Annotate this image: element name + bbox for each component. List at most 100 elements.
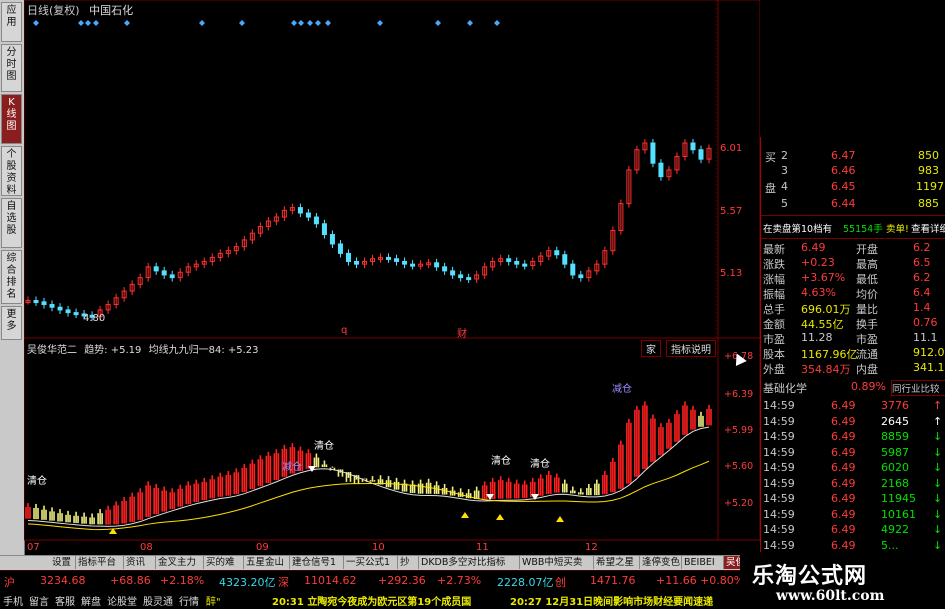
stat-value: +0.23 [801,256,835,269]
indicator-tab[interactable]: 设置 [50,556,76,569]
order-level: 4 [781,180,788,193]
indicator-explain-button[interactable]: 指标说明 [666,340,716,357]
indicator-tab[interactable]: 逢停变色 [640,556,682,569]
candle-body [305,212,311,218]
stat-row: 股本 1167.96亿流通 912.02 [761,346,945,361]
mark-cai: 财 [457,329,467,340]
nav-tab[interactable]: K线图 [1,94,22,144]
tick-volume: 2645 [881,414,909,428]
sh-change: +68.86 [110,574,151,587]
status-link[interactable]: 解盘 [81,597,101,608]
sell-info-line[interactable]: 在卖盘第10档有 55154手 卖单! 查看详细 [761,221,945,236]
order-row: 3 6.46 983 [761,164,945,179]
candle-body [554,250,560,256]
stat-key: 最新 [763,243,785,256]
xaxis-label: 07 [27,542,40,553]
stat-key: 金额 [763,318,785,331]
candle-body [41,301,47,306]
nav-tab[interactable]: 分时图 [1,44,22,92]
indicator-tab[interactable]: 五星金山 [244,556,290,569]
indicator-tab[interactable]: 指标平台 [76,556,124,569]
indicator-tab[interactable]: 希望之星 [594,556,640,569]
stat-value: 354.84万 [801,363,851,376]
tick-volume: 5987 [881,445,909,459]
status-link[interactable]: 手机 [3,597,23,608]
nav-tab[interactable]: 个股资料 [1,146,22,196]
stat-key: 最高 [856,258,878,271]
xaxis-label: 11 [476,542,489,553]
indicator-tab[interactable]: 金叉主力 [156,556,204,569]
chart-area[interactable] [23,0,761,560]
indicator-tab[interactable]: WBB中短买卖 [520,556,594,569]
indicator-tab[interactable]: 资讯 [124,556,156,569]
arrow-down-icon: ↓ [933,538,943,552]
indicator-tab[interactable]: 一买公式1 [344,556,398,569]
stat-key: 市盈 [856,333,878,346]
order-level: 5 [781,197,788,210]
annotation-qingcang: 清仓 [530,459,550,470]
stat-value: 6.2 [913,271,931,284]
arrow-down-icon: ↓ [933,430,943,443]
nav-tab[interactable]: 综合排名 [1,250,22,304]
sz-amount: 2228.07亿 [497,576,554,589]
status-links: 手机 留言 客服 解盘 论股堂 股灵通 行情 [3,593,205,608]
news-headline[interactable]: 20:31 立陶宛今夜成为欧元区第19个成员国 [272,593,471,608]
status-quote: 醉" [206,597,221,608]
nav-tab-label: 更多 [6,309,17,332]
home-button[interactable]: 家 [641,340,661,357]
tick-price: 6.49 [831,430,856,443]
indicator-tab[interactable]: 抄 [398,556,419,569]
sh-label: 沪 [4,576,15,589]
nav-tab[interactable]: 更多 [1,306,22,340]
nav-tab-label: 分时图 [6,47,17,82]
indicator-name[interactable]: 吴俊华范二 [27,345,77,356]
order-row: 盘 4 6.45 1197 [761,180,945,195]
status-link[interactable]: 行情 [179,597,199,608]
cy-percent: +0.80% [700,574,745,587]
stat-row: 市盈 11.28 市盈 11.1 [761,331,945,346]
kline-chart-svg[interactable] [23,0,761,560]
candle-body [698,149,704,160]
tick-price: 6.49 [831,399,856,412]
period-label[interactable]: 日线(复权) [27,4,80,17]
tick-price: 6.49 [831,538,856,552]
candle-body [153,266,159,272]
news-headline[interactable]: 20:27 12月31日晚间影响市场财经要闻速递 [510,593,713,608]
nav-tab[interactable]: 应用 [1,2,22,42]
nav-tab-label: 应用 [6,5,17,28]
candle-body [161,270,167,276]
low-price-label: 4.80 [83,313,106,324]
stat-row: 金额 44.55亿 换手 0.76 [761,316,945,331]
tick-time: 14:59 [763,399,795,412]
status-link[interactable]: 论股堂 [107,597,137,608]
tick-volume: 11945 [881,492,916,505]
indicator-tab[interactable]: BEIBEI [682,556,724,569]
stat-key: 外盘 [763,363,785,376]
stat-value: 44.55亿 [801,318,844,331]
sz-label: 深 [278,576,289,589]
indicator-tab[interactable]: 买的难 [204,556,244,569]
stat-key: 股本 [763,348,785,361]
status-link[interactable]: 股灵通 [143,597,173,608]
candle-body [578,274,584,279]
tick-time: 14:59 [763,430,795,443]
stock-name: 中国石化 [89,4,134,17]
indicator-header: 吴俊华范二 趋势: +5.19 均线九九归一84: +5.23 [27,341,259,356]
left-vertical-nav: 应用分时图 K线图 个股资料 自选股综合排名更多 [0,0,25,578]
nav-tab-label: 综合排名 [6,253,17,300]
indicator-tab[interactable]: 建仓信号1 [290,556,344,569]
line-value: +5.23 [227,345,259,356]
view-detail-link[interactable]: 查看详细 [911,221,945,235]
nav-tab[interactable]: 自选股 [1,198,22,248]
sector-compare-button[interactable]: 同行业比较 [891,380,945,396]
status-link[interactable]: 客服 [55,597,75,608]
order-volume: 850 [918,149,939,162]
order-row: 买 2 6.47 850 [761,149,945,164]
indicator-tab[interactable]: DKDB多空对比指标 [419,556,520,569]
stat-value: +3.67% [801,271,846,284]
status-link[interactable]: 留言 [29,597,49,608]
sector-row[interactable]: 基础化学 0.89% 同行业比较 [761,380,945,396]
brand-watermark: 乐淘公式网 www.60lt.com [740,552,945,609]
tick-price: 6.49 [831,461,856,474]
stat-row: 振幅 4.63% 均价 6.4 [761,286,945,301]
